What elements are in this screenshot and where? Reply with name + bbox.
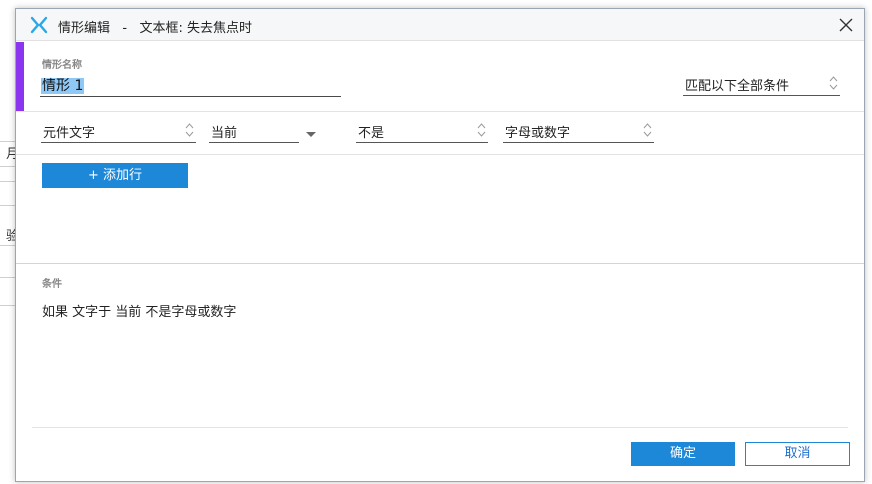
bg-divider: [0, 141, 16, 142]
divider: [16, 111, 864, 112]
divider: [16, 263, 864, 264]
condition-operator-select[interactable]: 不是: [356, 119, 488, 143]
divider: [16, 154, 864, 155]
add-row-button[interactable]: + 添加行: [42, 163, 188, 188]
spinner-arrows-icon: [185, 123, 194, 137]
spinner-arrows-icon: [477, 123, 486, 137]
case-editor-dialog: 情形编辑 - 文本框: 失去焦点时 情形名称 情形 1 匹配以下全部条件 元件文…: [15, 8, 865, 482]
chevron-down-icon[interactable]: [306, 132, 316, 137]
bg-divider: [0, 277, 16, 278]
case-name-label: 情形名称: [42, 60, 82, 71]
bg-divider: [0, 166, 16, 167]
condition-scope-value: 当前: [211, 126, 238, 141]
cancel-button[interactable]: 取消: [745, 442, 850, 466]
condition-operator-value: 不是: [358, 126, 385, 141]
background-app: 月 验: [0, 0, 16, 484]
divider: [32, 427, 848, 428]
bg-divider: [0, 305, 16, 306]
condition-scope-select[interactable]: 当前: [209, 119, 299, 143]
spinner-arrows-icon: [643, 123, 652, 137]
bg-divider: [0, 245, 16, 246]
spinner-arrows-icon: [829, 76, 838, 90]
conditions-label: 条件: [42, 279, 62, 290]
case-accent-bar: [16, 42, 24, 111]
match-mode-value: 匹配以下全部条件: [685, 79, 790, 94]
bg-divider: [0, 181, 16, 182]
case-name-value: 情形 1: [41, 78, 85, 94]
close-icon[interactable]: [836, 15, 856, 35]
dialog-title: 情形编辑 - 文本框: 失去焦点时: [58, 21, 252, 36]
bg-divider: [0, 205, 16, 206]
axure-logo-icon: [30, 16, 48, 34]
condition-value-select[interactable]: 字母或数字: [503, 119, 654, 143]
conditions-summary: 如果 文字于 当前 不是字母或数字: [42, 305, 237, 320]
condition-target-select[interactable]: 元件文字: [41, 119, 196, 143]
condition-value-value: 字母或数字: [505, 126, 571, 141]
match-mode-select[interactable]: 匹配以下全部条件: [683, 72, 840, 96]
ok-button[interactable]: 确定: [631, 442, 735, 466]
case-name-input[interactable]: 情形 1: [40, 75, 341, 97]
condition-target-value: 元件文字: [43, 126, 96, 141]
title-bar[interactable]: 情形编辑 - 文本框: 失去焦点时: [16, 9, 864, 41]
